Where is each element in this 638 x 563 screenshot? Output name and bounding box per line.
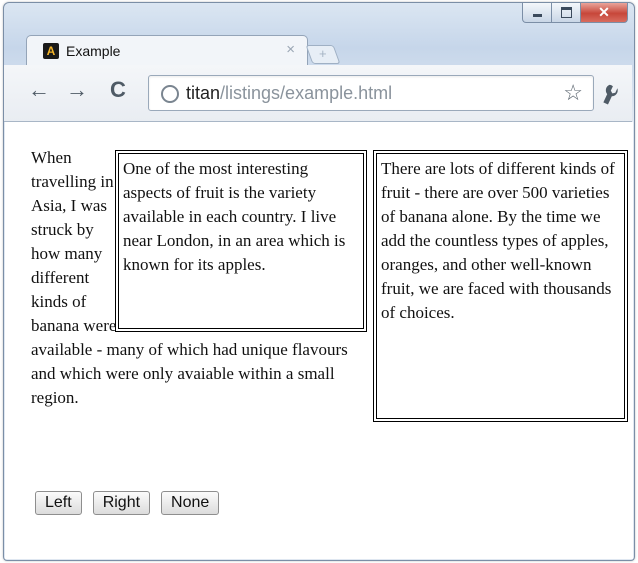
plus-icon: +	[319, 46, 327, 61]
reload-icon[interactable]: C	[110, 79, 126, 101]
url-path: /listings/example.html	[220, 83, 393, 103]
url-host: titan	[186, 83, 221, 103]
window-controls: ✕	[522, 3, 628, 23]
minimize-icon	[532, 14, 542, 17]
url-text: titan/listings/example.html	[186, 83, 392, 104]
maximize-icon	[560, 7, 572, 18]
float-buttons: Left Right None	[35, 491, 220, 515]
bookmark-star-icon[interactable]: ☆	[563, 80, 583, 106]
browser-window: ✕ A Example × + ← → C titan/listings/exa…	[3, 2, 635, 561]
favicon-icon: A	[43, 43, 59, 59]
box-fruit-variety: One of the most interesting aspects of f…	[115, 150, 367, 332]
browser-toolbar: ← → C titan/listings/example.html ☆	[4, 65, 632, 122]
forward-arrow-icon[interactable]: →	[66, 79, 88, 101]
tab-title: Example	[66, 43, 121, 59]
close-icon: ✕	[598, 4, 610, 20]
right-button[interactable]: Right	[92, 491, 151, 515]
new-tab-button[interactable]: +	[305, 45, 341, 64]
globe-icon	[161, 85, 179, 103]
left-button[interactable]: Left	[35, 491, 82, 515]
page-content: When travelling in Asia, I was struck by…	[5, 122, 633, 559]
wrench-icon[interactable]	[596, 80, 626, 114]
back-arrow-icon[interactable]: ←	[28, 79, 50, 101]
minimize-button[interactable]	[522, 3, 552, 23]
address-bar[interactable]: titan/listings/example.html ☆	[148, 75, 594, 111]
maximize-button[interactable]	[552, 3, 581, 23]
close-button[interactable]: ✕	[581, 3, 628, 23]
tab-close-icon[interactable]: ×	[286, 41, 295, 58]
tab-example[interactable]: A Example ×	[26, 35, 308, 66]
tab-strip: A Example × +	[4, 25, 634, 66]
none-button[interactable]: None	[161, 491, 220, 515]
box-fruit-kinds: There are lots of different kinds of fru…	[373, 150, 628, 422]
